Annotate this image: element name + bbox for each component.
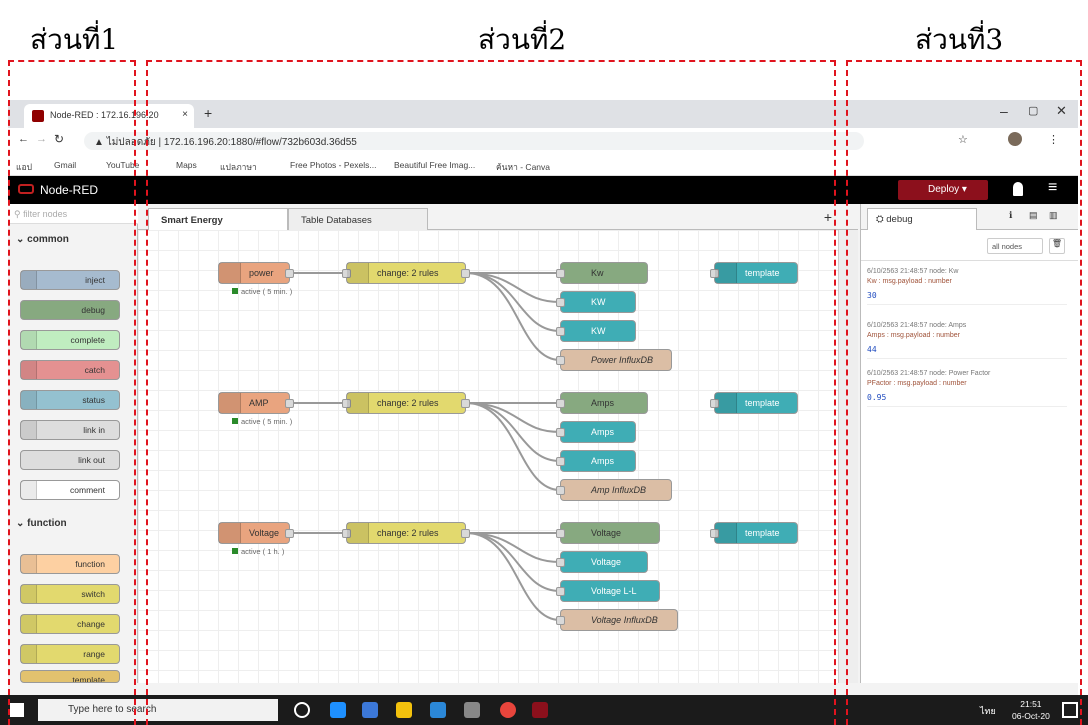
section-frame-2 [146, 60, 836, 725]
section-title-3: ส่วนที่3 [915, 23, 1004, 56]
section-title-2: ส่วนที่2 [478, 23, 567, 56]
section-title-1: ส่วนที่1 [30, 23, 119, 56]
section-frame-1 [8, 60, 136, 725]
section-frame-3 [846, 60, 1082, 725]
